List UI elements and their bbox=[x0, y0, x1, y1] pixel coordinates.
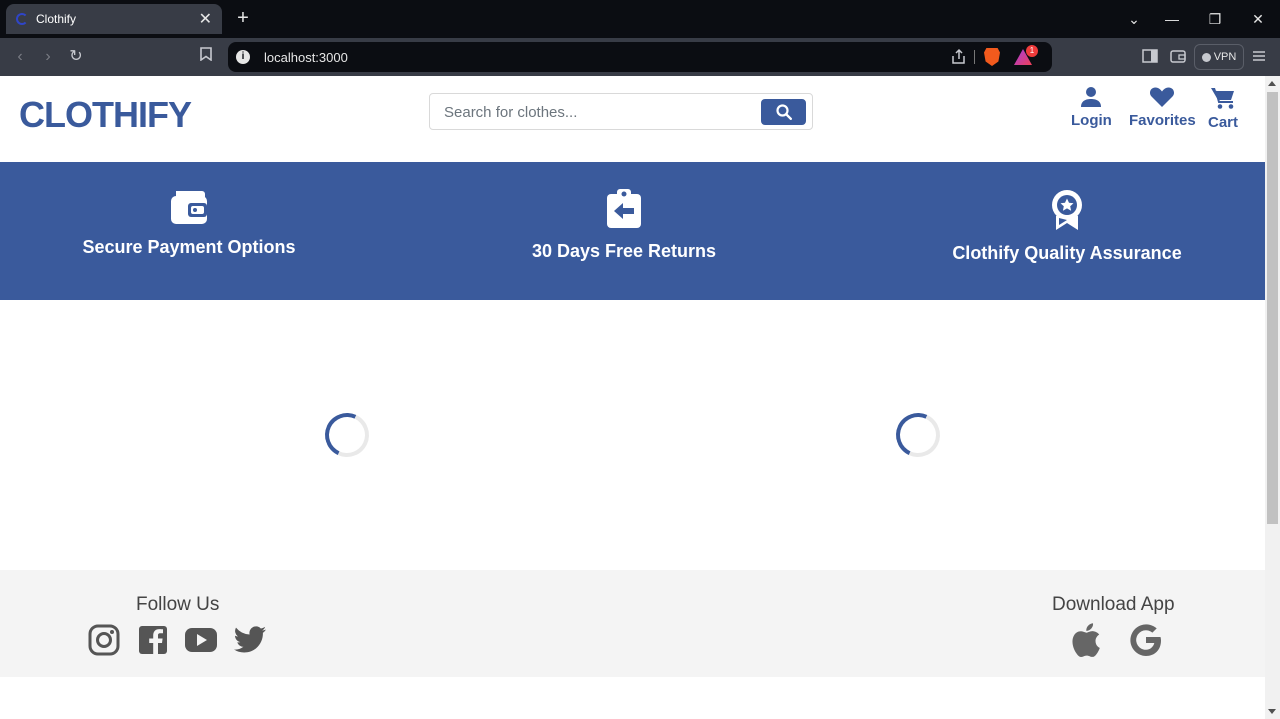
url-text[interactable]: localhost:3000 bbox=[264, 50, 348, 65]
loading-spinner bbox=[889, 406, 947, 464]
search-input[interactable] bbox=[444, 102, 754, 122]
sidebar-toggle-icon[interactable] bbox=[1141, 47, 1161, 67]
google-icon[interactable] bbox=[1129, 623, 1163, 657]
page-scrollbar[interactable] bbox=[1265, 76, 1280, 719]
reload-button[interactable]: ↻ bbox=[64, 45, 88, 69]
close-window-button[interactable]: ✕ bbox=[1238, 0, 1278, 38]
twitter-icon[interactable] bbox=[233, 623, 267, 657]
search-bar bbox=[429, 93, 813, 130]
feature-label: Secure Payment Options bbox=[82, 237, 296, 257]
tab-title: Clothify bbox=[36, 12, 77, 26]
feature-free-returns: 30 Days Free Returns bbox=[531, 162, 717, 300]
address-bar[interactable]: i localhost:3000 1 bbox=[228, 42, 1052, 72]
user-icon bbox=[1081, 87, 1102, 107]
feature-label: 30 Days Free Returns bbox=[531, 241, 717, 261]
search-icon bbox=[775, 104, 792, 120]
vpn-button[interactable]: VPN bbox=[1194, 44, 1244, 70]
vpn-status-icon bbox=[1201, 52, 1211, 62]
feature-secure-payment: Secure Payment Options bbox=[82, 162, 296, 300]
cart-link[interactable]: Cart bbox=[1208, 86, 1238, 131]
share-icon[interactable] bbox=[950, 48, 968, 66]
page-viewport: CLOTHIFY Login Favorites Cart Secure Pay… bbox=[0, 76, 1265, 719]
back-button[interactable]: ‹ bbox=[8, 45, 32, 69]
new-tab-button[interactable]: + bbox=[232, 6, 254, 32]
site-footer: Follow Us Download App bbox=[0, 570, 1265, 677]
restore-button[interactable]: ❐ bbox=[1195, 0, 1235, 38]
browser-menu-icon[interactable] bbox=[1251, 47, 1271, 67]
vpn-label: VPN bbox=[1213, 51, 1237, 63]
follow-us-heading: Follow Us bbox=[136, 594, 220, 615]
scroll-down-arrow[interactable] bbox=[1268, 709, 1276, 714]
cart-icon bbox=[1211, 88, 1234, 109]
features-banner: Secure Payment Options 30 Days Free Retu… bbox=[0, 162, 1265, 300]
apple-icon[interactable] bbox=[1069, 623, 1103, 657]
scrollbar-thumb[interactable] bbox=[1267, 92, 1278, 524]
instagram-icon[interactable] bbox=[87, 623, 121, 657]
youtube-icon[interactable] bbox=[184, 623, 218, 657]
address-separator bbox=[974, 50, 975, 64]
site-info-icon[interactable]: i bbox=[236, 50, 250, 64]
facebook-icon[interactable] bbox=[136, 623, 170, 657]
brave-shields-icon[interactable] bbox=[984, 48, 1000, 66]
wallet-icon bbox=[171, 191, 207, 224]
feature-quality-assurance: Clothify Quality Assurance bbox=[952, 162, 1182, 300]
minimize-button[interactable]: — bbox=[1152, 0, 1192, 38]
bookmark-icon[interactable] bbox=[194, 45, 218, 69]
browser-toolbar: ‹ › ↻ i localhost:3000 1 VPN bbox=[0, 38, 1280, 76]
tab-favicon-icon bbox=[16, 13, 28, 25]
rewards-badge: 1 bbox=[1026, 45, 1038, 57]
download-app-heading: Download App bbox=[1052, 594, 1175, 615]
favorites-link[interactable]: Favorites bbox=[1129, 86, 1196, 129]
heart-icon bbox=[1150, 87, 1175, 107]
return-clipboard-icon bbox=[607, 189, 641, 228]
award-ribbon-icon bbox=[1052, 190, 1082, 230]
tab-search-chevron-icon[interactable]: ⌄ bbox=[1114, 0, 1154, 38]
favorites-label: Favorites bbox=[1129, 112, 1196, 129]
browser-tab-bar: Clothify ✕ + ⌄ — ❐ ✕ bbox=[0, 0, 1280, 38]
scroll-up-arrow[interactable] bbox=[1268, 81, 1276, 86]
login-link[interactable]: Login bbox=[1071, 86, 1112, 129]
search-button[interactable] bbox=[761, 99, 806, 125]
tab-close-icon[interactable]: ✕ bbox=[199, 9, 212, 29]
loading-spinner bbox=[318, 406, 376, 464]
forward-button[interactable]: › bbox=[36, 45, 60, 69]
cart-label: Cart bbox=[1208, 114, 1239, 131]
site-header: CLOTHIFY Login Favorites Cart bbox=[0, 76, 1265, 162]
wallet-toolbar-icon[interactable] bbox=[1169, 47, 1189, 67]
login-label: Login bbox=[1071, 112, 1112, 129]
feature-label: Clothify Quality Assurance bbox=[952, 243, 1182, 263]
site-logo[interactable]: CLOTHIFY bbox=[19, 94, 192, 136]
browser-tab[interactable]: Clothify ✕ bbox=[6, 4, 222, 34]
